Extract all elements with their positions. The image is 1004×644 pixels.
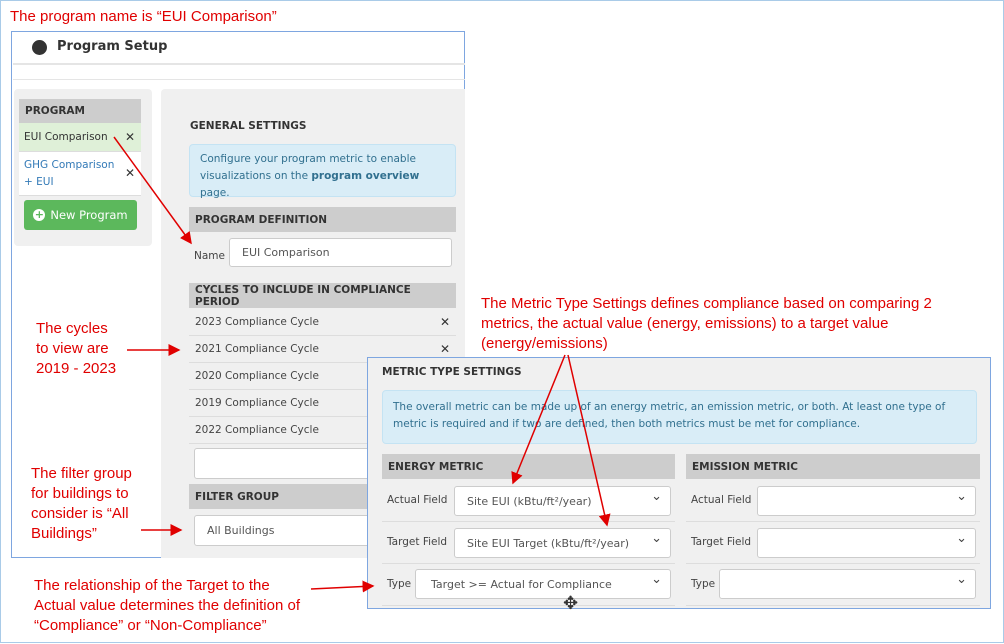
arrow [310,580,375,593]
annotation-arrows [113,136,611,593]
arrow [567,354,611,527]
arrow [113,136,192,245]
move-cursor-icon: ✥ [563,593,579,614]
arrow [511,354,566,485]
